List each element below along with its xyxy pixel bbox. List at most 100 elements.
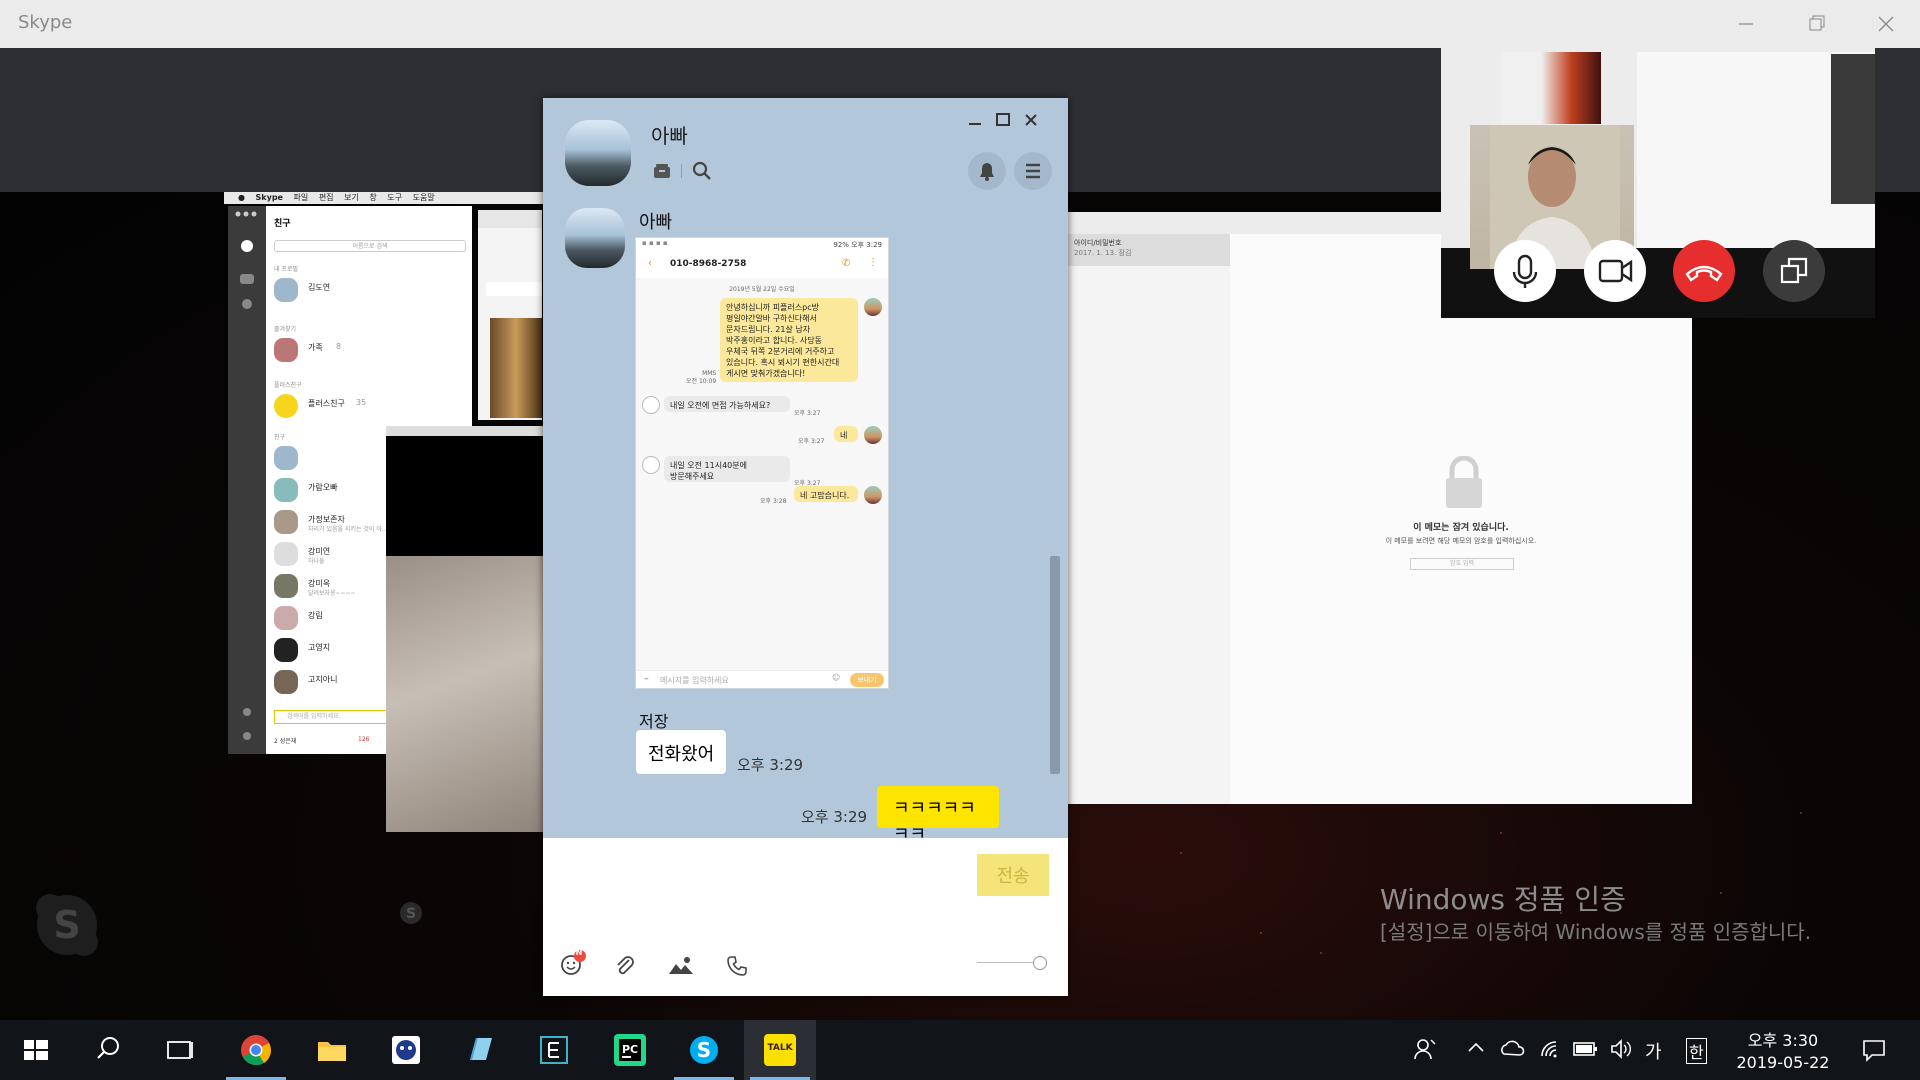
chat-messages[interactable]: 아빠 92% 오후 3:29 ▪ ▪ ▪ ▪ ‹ 010-8968-2758 ✆…: [543, 208, 1068, 838]
transparency-slider[interactable]: [977, 962, 1041, 963]
svg-text:S: S: [53, 903, 80, 947]
send-button[interactable]: 전송: [977, 854, 1049, 896]
action-center-icon[interactable]: [1860, 1036, 1888, 1064]
end-call-button[interactable]: [1673, 240, 1735, 302]
menu-view[interactable]: 보기: [344, 193, 359, 202]
menu-window[interactable]: 창: [369, 193, 376, 202]
chat-scrollbar[interactable]: [1050, 556, 1060, 774]
more-icon[interactable]: ⋮: [868, 257, 878, 268]
skype-small-logo-icon: S: [398, 900, 424, 926]
menu-tools[interactable]: 도구: [387, 193, 402, 202]
menu-help[interactable]: 도움말: [413, 193, 435, 202]
taskbar-skype[interactable]: S: [668, 1020, 740, 1080]
notepad-icon: [470, 1038, 492, 1060]
switch-window-button[interactable]: [1763, 240, 1825, 302]
svg-text:S: S: [406, 906, 416, 922]
phone-contact-bar: ‹ 010-8968-2758 ✆ ⋮: [636, 252, 888, 279]
search-button[interactable]: [72, 1020, 144, 1080]
phone-message: 네 고맙습니다.: [794, 486, 858, 502]
message-input-area[interactable]: 전송 N: [543, 838, 1068, 996]
chevron-up-icon[interactable]: [1466, 1038, 1486, 1058]
call-icon[interactable]: ✆: [842, 258, 850, 269]
people-icon[interactable]: [1412, 1036, 1438, 1062]
message-bubble-incoming[interactable]: 전화왔어: [636, 730, 727, 774]
avatar: [274, 542, 298, 566]
sender-name: 아빠: [639, 212, 673, 233]
my-profile-row[interactable]: 김도연: [274, 276, 474, 306]
avatar: [274, 446, 298, 470]
onedrive-icon[interactable]: [1498, 1036, 1526, 1062]
room-avatar[interactable]: [565, 120, 631, 186]
phone-avatar: [642, 456, 660, 474]
phone-avatar: [864, 298, 882, 316]
emoticon-badge: N: [575, 948, 583, 957]
message-time: 오후 3:29: [801, 808, 868, 826]
phone-input-bar: ⌁ 메시지를 입력하세요 ☺ 보내기: [636, 670, 888, 689]
notification-bell-button[interactable]: [968, 152, 1006, 190]
battery-icon[interactable]: [1572, 1038, 1600, 1060]
sender-avatar[interactable]: [565, 208, 625, 268]
phone-call-icon[interactable]: [725, 954, 749, 978]
phone-avatar: [864, 486, 882, 504]
close-icon[interactable]: [1023, 112, 1039, 128]
phone-send-button[interactable]: 보내기: [850, 673, 884, 687]
menu-icon[interactable]: [1014, 152, 1052, 190]
message-bubble-outgoing[interactable]: ㅋㅋㅋㅋㅋㅋㅋ: [877, 786, 999, 838]
phone-avatar: [864, 426, 882, 444]
drawer-icon[interactable]: [651, 160, 673, 182]
favorite-family-row[interactable]: 가족 8: [274, 336, 474, 366]
taskbar-ebook[interactable]: [518, 1020, 590, 1080]
shared-phone-screenshot[interactable]: 92% 오후 3:29 ▪ ▪ ▪ ▪ ‹ 010-8968-2758 ✆ ⋮ …: [636, 238, 888, 688]
wifi-icon[interactable]: [1538, 1036, 1564, 1062]
back-icon[interactable]: ‹: [648, 258, 652, 269]
task-view-button[interactable]: [144, 1020, 216, 1080]
taskbar-chrome[interactable]: [220, 1020, 292, 1080]
ebook-icon: [540, 1036, 568, 1064]
taskbar-kakaotalk[interactable]: TALK: [744, 1020, 816, 1080]
attach-icon[interactable]: ⌁: [644, 674, 649, 683]
start-button[interactable]: [0, 1020, 72, 1080]
avatar: [274, 338, 298, 362]
minimize-icon[interactable]: [967, 112, 983, 128]
menu-file[interactable]: 파일: [294, 193, 309, 202]
avatar: [274, 638, 298, 662]
video-feed: [386, 556, 546, 832]
phone-message: 안녕하십니까 피플러스pc방 평일야간알바 구하신다해서 문자드립니다. 21살…: [720, 298, 858, 382]
menu-skype[interactable]: Skype: [256, 193, 283, 202]
volume-icon[interactable]: [1608, 1036, 1634, 1062]
taskbar-pycharm[interactable]: PC: [594, 1020, 666, 1080]
tiger-app-icon: [392, 1036, 420, 1064]
clock-date[interactable]: 2019-05-22: [1728, 1053, 1838, 1072]
taskbar-file-explorer[interactable]: [296, 1020, 368, 1080]
password-input[interactable]: 암호 입력: [1410, 558, 1514, 570]
phone-message: 네: [834, 426, 858, 442]
activation-watermark-title: Windows 정품 인증: [1380, 883, 1626, 916]
slider-handle[interactable]: [1033, 956, 1047, 970]
phone-status-bar: 92% 오후 3:29 ▪ ▪ ▪ ▪: [642, 239, 882, 249]
photo-icon[interactable]: [667, 954, 695, 978]
restore-button[interactable]: [1798, 8, 1834, 40]
kakaotalk-icon: TALK: [764, 1034, 796, 1066]
ime-mode[interactable]: 가: [1645, 1038, 1662, 1064]
folder-icon: [318, 1042, 346, 1061]
maximize-icon[interactable]: [995, 112, 1011, 128]
search-icon[interactable]: [691, 160, 713, 182]
friends-search-input[interactable]: 이름으로 검색: [274, 240, 466, 252]
avatar: [274, 394, 298, 418]
chrome-icon: [241, 1035, 271, 1066]
video-camera-button[interactable]: [1584, 240, 1646, 302]
mute-microphone-button[interactable]: [1494, 240, 1556, 302]
emoji-icon[interactable]: ☺: [832, 673, 840, 682]
phone-message: 내일 오전 11시40분에 방문해주세요: [664, 456, 790, 482]
plus-friend-row[interactable]: 플러스친구 35: [274, 392, 474, 422]
attach-file-icon[interactable]: [613, 954, 637, 978]
minimize-button[interactable]: [1728, 8, 1764, 40]
taskbar-notepad[interactable]: [444, 1020, 516, 1080]
menu-edit[interactable]: 편집: [319, 193, 334, 202]
phone-message: 내일 오전에 면접 가능하세요?: [664, 396, 790, 412]
ime-language[interactable]: 한: [1686, 1038, 1707, 1064]
taskbar-app-tiger[interactable]: [370, 1020, 442, 1080]
close-button[interactable]: [1868, 8, 1904, 40]
clock-time[interactable]: 오후 3:30: [1728, 1027, 1838, 1051]
notes-list-item[interactable]: 아이디/비밀번호 2017. 1. 13. 잠김: [1066, 234, 1230, 266]
